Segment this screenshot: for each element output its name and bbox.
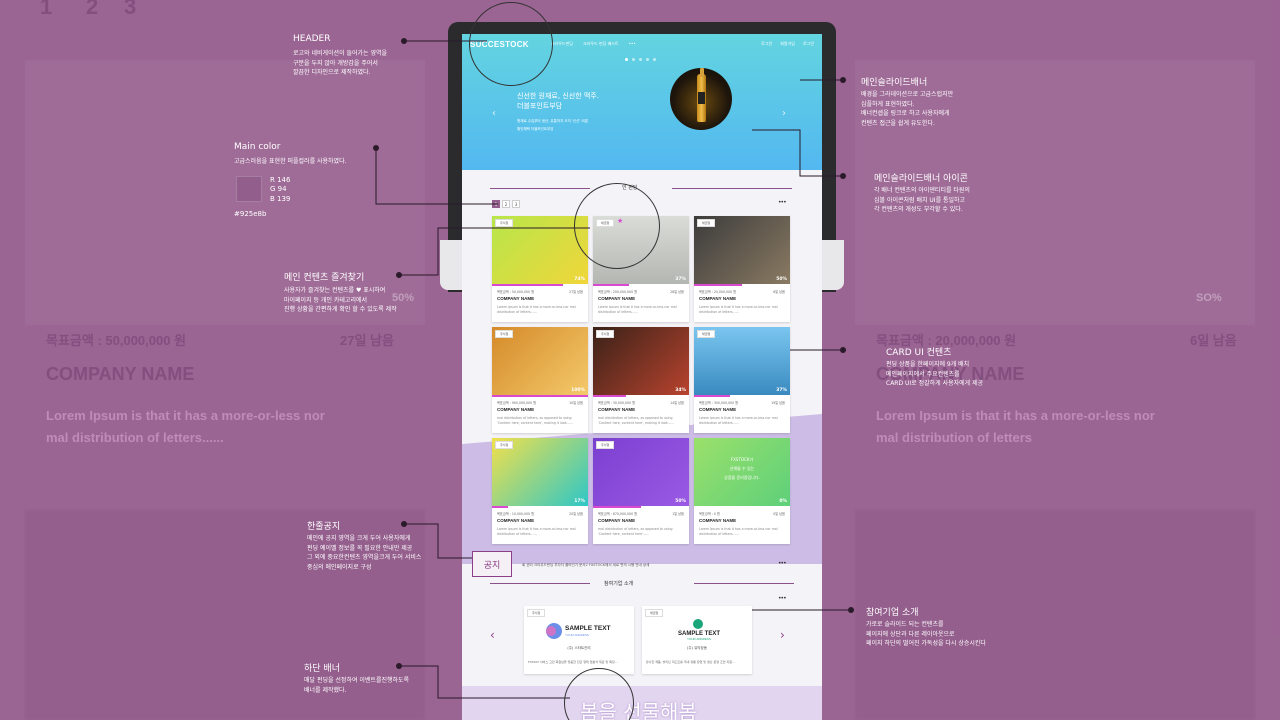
favorite-magnifier — [574, 183, 660, 269]
annotation-dot — [840, 77, 846, 83]
annotation-color-title: Main color — [234, 142, 281, 152]
annotation-color-body: 고급스러움을 표현한 퍼플컬러를 사용하였다. — [234, 158, 347, 165]
annotation-partner-body: 가로로 슬라이드 되는 컨텐츠를 페이지에 상단과 다른 레이아웃으로 페이지 … — [866, 621, 986, 648]
annotation-slide-title: 메인슬라이드배너 — [861, 78, 928, 88]
main-color-swatch — [236, 176, 262, 202]
annotation-slide-icon-body: 각 배너 컨텐츠의 아이덴티티를 타원의 심볼 아이콘처럼 배치 UI를 통일하… — [874, 187, 970, 214]
annotation-connectors — [375, 40, 851, 699]
annotation-notice-title: 한줄공지 — [307, 522, 341, 532]
annotation-card-title: CARD UI 컨텐츠 — [886, 348, 952, 358]
main-color-hex: #925e8b — [234, 210, 267, 218]
notice-badge[interactable]: 공지 — [472, 551, 512, 577]
annotation-card-body: 펀딩 상품을 한페이지에 9개 배치 메인페이지에서 주요컨텐츠를 CARD U… — [886, 361, 984, 388]
annotation-dot — [396, 663, 402, 669]
annotation-header-title: HEADER — [293, 34, 331, 44]
annotation-favorite-title: 메인 컨텐츠 즐겨찾기 — [284, 273, 365, 283]
annotation-slide-icon-title: 메인슬라이드배너 아이콘 — [874, 174, 968, 184]
annotation-header-body: 로고와 네비게이션이 들어가는 영역을 구분을 두지 않아 개방감을 주어서 깔… — [293, 50, 388, 77]
header-magnifier — [469, 2, 553, 86]
annotation-favorite-body: 사용자가 즐겨찾는 컨텐츠를 ♥ 표시하여 마이페이지 등 개인 카테고리에서 … — [284, 287, 397, 314]
annotation-dot — [401, 521, 407, 527]
annotation-dot — [840, 173, 846, 179]
annotation-slide-body: 배경을 그라데이션으로 고급스럽지만 심플하게 표현하였다. 배너컨셉을 링크로… — [861, 91, 954, 127]
annotation-notice-body: 메인에 공지 영역을 크게 두어 사용자에게 펀딩 예이벨 정보를 꼭 필요한 … — [307, 535, 422, 571]
main-color-rgb: R 146 G 94 B 139 — [270, 176, 291, 203]
annotation-dot — [373, 145, 379, 151]
annotation-dot — [840, 347, 846, 353]
annotation-dot — [396, 272, 402, 278]
annotation-dot — [848, 607, 854, 613]
annotation-dot — [401, 38, 407, 44]
annotation-partner-title: 참여기업 소개 — [866, 608, 919, 618]
annotation-bottom-title: 하단 배너 — [304, 664, 340, 674]
annotation-bottom-body: 매달 펀딩을 선정하여 이벤트를진행하도록 배너를 제작했다. — [304, 677, 410, 694]
